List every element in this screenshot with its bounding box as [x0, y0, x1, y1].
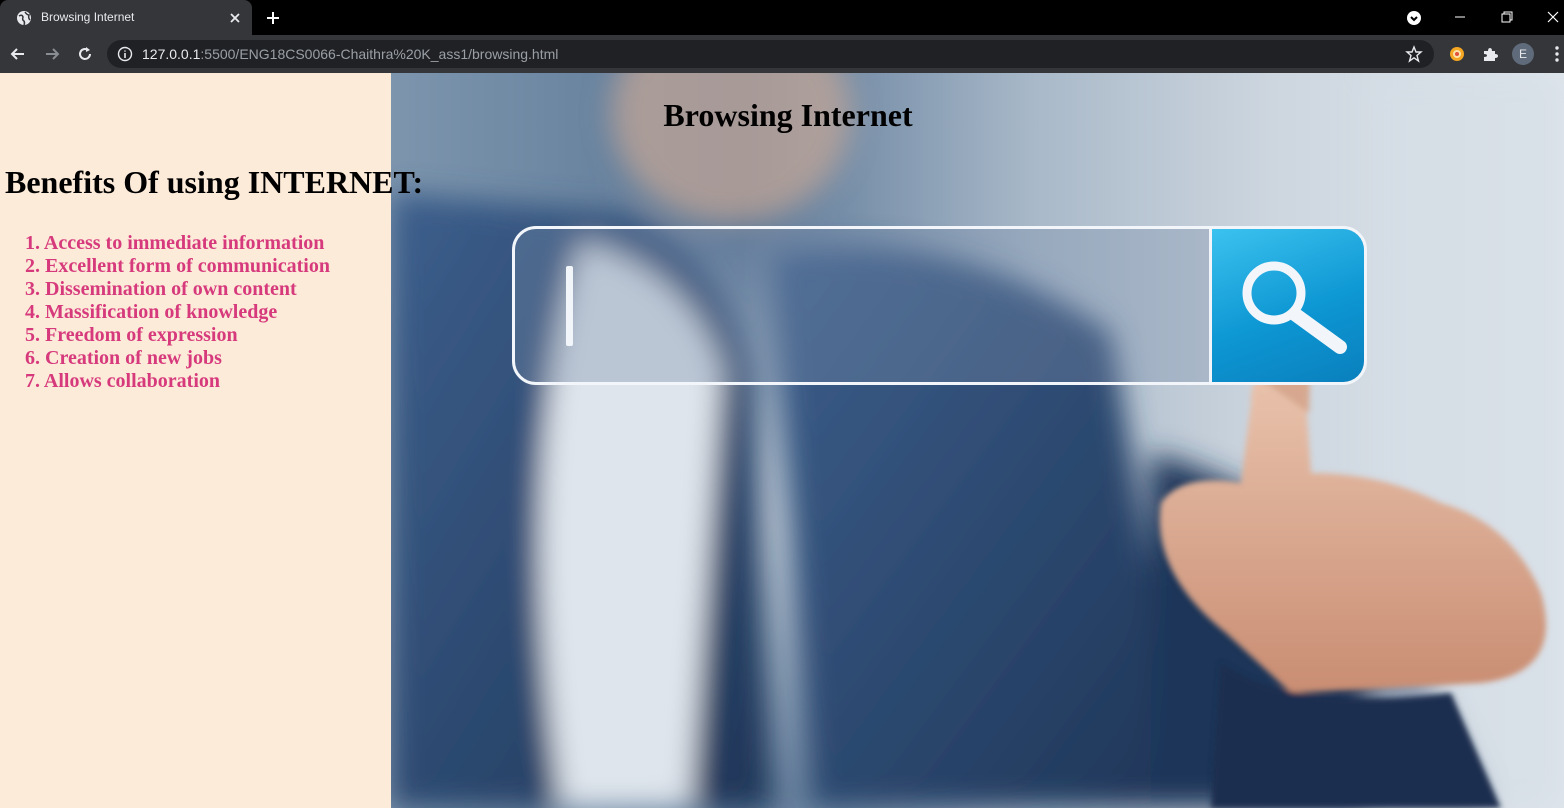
benefits-heading: Benefits Of using INTERNET:: [5, 164, 424, 200]
url-host: 127.0.0.1: [142, 46, 201, 62]
businessman-image: [391, 73, 1564, 808]
close-icon[interactable]: [226, 9, 244, 27]
close-window-icon[interactable]: [1544, 8, 1562, 26]
info-icon[interactable]: [117, 46, 133, 62]
list-item: 6. Creation of new jobs: [25, 347, 222, 369]
list-item: 2. Excellent form of communication: [25, 255, 330, 277]
restore-icon[interactable]: [1498, 8, 1516, 26]
page-viewport: Browsing Internet Benefits Of using INTE…: [0, 73, 1564, 808]
star-icon[interactable]: [1405, 45, 1423, 63]
list-item: 4. Massification of knowledge: [25, 301, 278, 323]
browser-tab[interactable]: Browsing Internet: [0, 0, 252, 35]
benefits-list: 1. Access to immediate information 2. Ex…: [25, 232, 330, 393]
background-photo: [391, 73, 1564, 808]
extension-icon[interactable]: [1448, 45, 1466, 63]
tab-strip: Browsing Internet: [0, 0, 1564, 35]
globe-icon: [17, 11, 31, 26]
reload-icon[interactable]: [76, 45, 94, 63]
search-bar-graphic: [512, 226, 1367, 385]
url-text[interactable]: 127.0.0.1:5500/ENG18CS0066-Chaithra%20K_…: [142, 47, 558, 62]
search-button-graphic: [1209, 229, 1364, 382]
address-bar[interactable]: 127.0.0.1:5500/ENG18CS0066-Chaithra%20K_…: [107, 40, 1434, 68]
back-arrow-icon[interactable]: [9, 45, 27, 63]
list-item: 7. Allows collaboration: [25, 370, 221, 392]
browser-toolbar: 127.0.0.1:5500/ENG18CS0066-Chaithra%20K_…: [0, 35, 1564, 73]
tab-title: Browsing Internet: [41, 10, 135, 24]
minimize-icon[interactable]: [1451, 8, 1469, 26]
text-cursor: [566, 266, 573, 346]
search-icon: [1242, 261, 1347, 354]
list-item: 5. Freedom of expression: [25, 324, 238, 346]
puzzle-icon[interactable]: [1481, 45, 1499, 63]
forward-arrow-icon[interactable]: [43, 45, 61, 63]
profile-avatar[interactable]: E: [1512, 43, 1534, 65]
page-title: Browsing Internet: [663, 97, 913, 133]
menu-icon[interactable]: [1548, 45, 1564, 63]
url-path: :5500/ENG18CS0066-Chaithra%20K_ass1/brow…: [200, 46, 559, 62]
tab-search-icon[interactable]: [1405, 8, 1423, 26]
list-item: 1. Access to immediate information: [25, 232, 325, 254]
list-item: 3. Dissemination of own content: [25, 278, 297, 300]
plus-icon[interactable]: [264, 9, 282, 27]
